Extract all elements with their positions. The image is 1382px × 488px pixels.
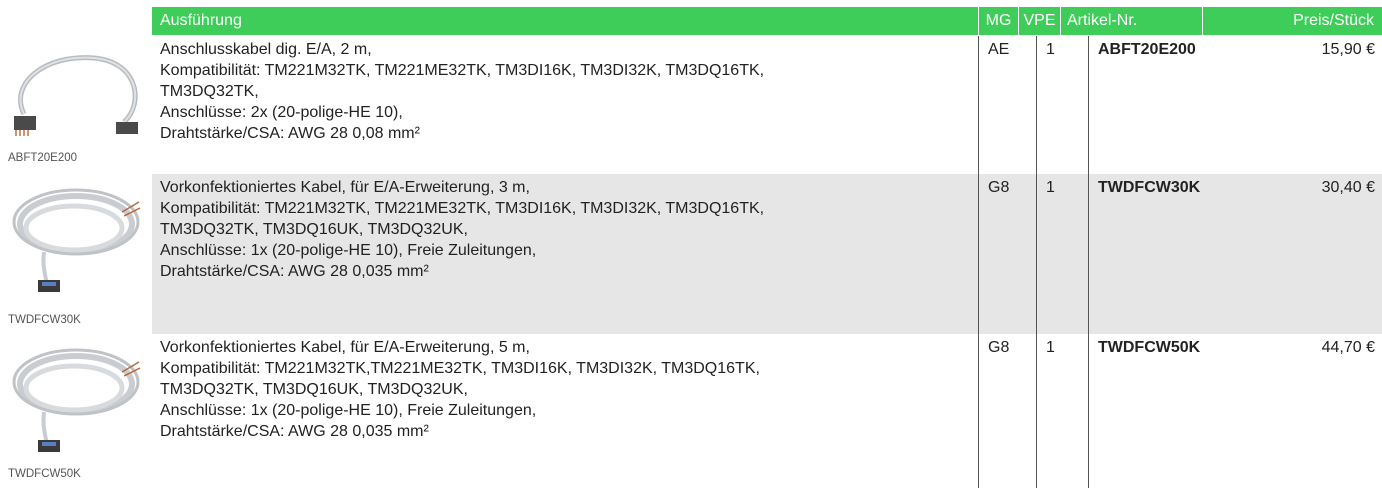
description-line: Kompatibilität: TM221M32TK, TM221ME32TK,… — [160, 200, 765, 217]
description-line: Kompatibilität: TM221M32TK,TM221ME32TK, … — [160, 360, 760, 377]
column-header-ausfuehrung: Ausführung — [160, 12, 242, 29]
description-cell: Vorkonfektioniertes Kabel, für E/A-Erwei… — [160, 174, 980, 334]
table-row: TWDFCW50K Vorkonfektioniertes Kabel, für… — [0, 334, 1382, 488]
article-number: TWDFCW50K — [1098, 339, 1201, 356]
image-caption: TWDFCW30K — [8, 314, 81, 326]
image-caption: ABFT20E200 — [8, 152, 78, 164]
product-image: ABFT20E200 — [0, 36, 148, 174]
image-caption: TWDFCW50K — [8, 468, 81, 480]
article-number: TWDFCW30K — [1098, 179, 1201, 196]
product-image: TWDFCW50K — [0, 334, 148, 488]
product-image: TWDFCW30K — [0, 174, 148, 334]
description-line: Drahtstärke/CSA: AWG 28 0,035 mm² — [160, 423, 429, 440]
cable-image-icon — [14, 55, 138, 136]
vpe-cell: 1 — [1046, 179, 1055, 196]
column-header-vpe: VPE — [1018, 7, 1060, 35]
price-cell: 15,90 € — [1321, 41, 1375, 58]
column-header-artikel-nr: Artikel-Nr. — [1060, 7, 1202, 35]
product-table: Ausführung MG VPE Artikel-Nr. Preis/Stüc… — [0, 0, 1382, 488]
column-header-preis: Preis/Stück — [1202, 7, 1382, 35]
column-header-mg: MG — [978, 7, 1018, 35]
price-cell: 44,70 € — [1321, 339, 1375, 356]
cable-coil-icon — [12, 348, 141, 452]
mg-cell: AE — [988, 41, 1010, 58]
description-line: Anschlusskabel dig. E/A, 2 m, — [160, 41, 372, 58]
article-number: ABFT20E200 — [1098, 41, 1196, 58]
description-line: Anschlüsse: 1x (20-polige-HE 10), Freie … — [160, 402, 537, 419]
mg-cell: G8 — [988, 339, 1010, 356]
description-line: Anschlüsse: 2x (20-polige-HE 10), — [160, 104, 403, 121]
cable-coil-icon — [12, 188, 141, 292]
description-line: TM3DQ32TK, TM3DQ16UK, TM3DQ32UK, — [160, 221, 468, 238]
description-line: Drahtstärke/CSA: AWG 28 0,035 mm² — [160, 263, 429, 280]
description-line: Vorkonfektioniertes Kabel, für E/A-Erwei… — [160, 179, 530, 196]
description-line: TM3DQ32TK, — [160, 83, 259, 100]
vpe-cell: 1 — [1046, 339, 1055, 356]
description-line: TM3DQ32TK, TM3DQ16UK, TM3DQ32UK, — [160, 381, 468, 398]
description-cell: Anschlusskabel dig. E/A, 2 m, Kompatibil… — [160, 36, 980, 174]
mg-cell: G8 — [988, 179, 1010, 196]
description-line: Kompatibilität: TM221M32TK, TM221ME32TK,… — [160, 62, 765, 79]
table-header: Ausführung MG VPE Artikel-Nr. Preis/Stüc… — [152, 7, 1382, 35]
description-line: Drahtstärke/CSA: AWG 28 0,08 mm² — [160, 125, 420, 142]
vpe-cell: 1 — [1046, 41, 1055, 58]
description-line: Vorkonfektioniertes Kabel, für E/A-Erwei… — [160, 339, 530, 356]
price-cell: 30,40 € — [1321, 179, 1375, 196]
description-line: Anschlüsse: 1x (20-polige-HE 10), Freie … — [160, 242, 537, 259]
table-row: TWDFCW30K Vorkonfektioniertes Kabel, für… — [0, 174, 1382, 334]
description-cell: Vorkonfektioniertes Kabel, für E/A-Erwei… — [160, 334, 980, 488]
table-row: ABFT20E200 Anschlusskabel dig. E/A, 2 m,… — [0, 36, 1382, 174]
